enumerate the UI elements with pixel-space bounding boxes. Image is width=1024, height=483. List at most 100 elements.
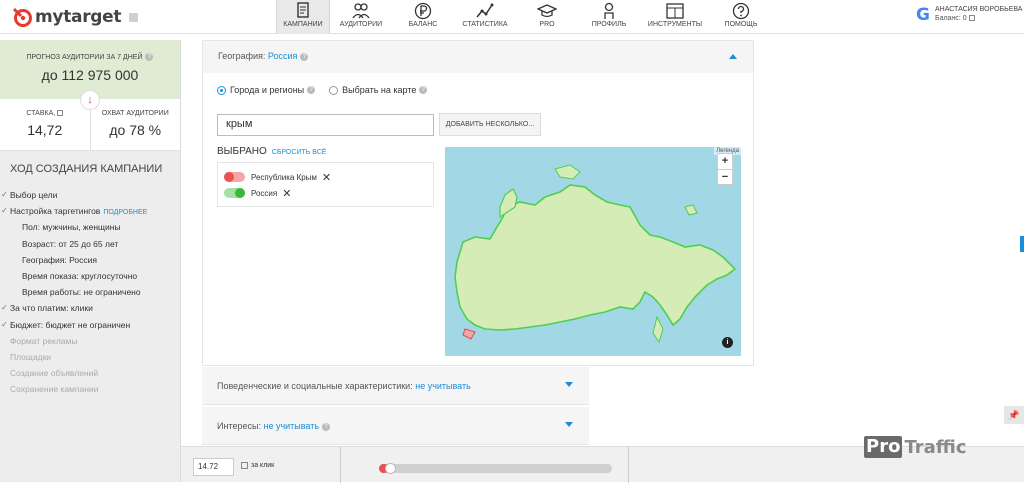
sidebar: ПРОГНОЗ АУДИТОРИИ ЗА 7 ДНЕЙ? до 112 975 …: [0, 40, 181, 482]
nav-label: ПРОФИЛЬ: [591, 21, 627, 28]
expand-caret-icon[interactable]: [565, 382, 573, 387]
nav-profile[interactable]: ПРОФИЛЬ: [578, 0, 640, 34]
person-icon: [604, 2, 614, 19]
nav-pro[interactable]: PRO: [516, 0, 578, 34]
selected-regions: Республика Крым ✕ Россия ✕: [217, 162, 434, 207]
exclude-toggle[interactable]: [224, 172, 245, 182]
rate-label: СТАВКА,: [0, 110, 90, 117]
main-nav: КАМПАНИИ АУДИТОРИИ БАЛАНС СТАТИСТИКА PRO…: [276, 0, 772, 34]
radio-cities-regions[interactable]: Города и регионы?: [217, 85, 316, 95]
zoom-in-button[interactable]: +: [718, 154, 732, 169]
steps-list: Выбор цели Настройка таргетинговПОДРОБНЕ…: [0, 187, 180, 397]
nav-audiences[interactable]: АУДИТОРИИ: [330, 0, 392, 34]
rate-value: 14,72: [27, 122, 63, 138]
question-icon: [732, 2, 750, 20]
geo-mode-radios: Города и регионы? Выбрать на карте?: [217, 85, 441, 95]
geography-panel: География: Россия? Города и регионы? Выб…: [202, 40, 754, 366]
nav-label: БАЛАНС: [408, 21, 438, 28]
step-payment[interactable]: За что платим: клики: [0, 300, 180, 316]
step-budget[interactable]: Бюджет: бюджет не ограничен: [0, 317, 180, 333]
map-zoom-control: + −: [717, 153, 733, 185]
user-balance: Баланс: 0: [935, 15, 1023, 22]
bid-slider[interactable]: [379, 463, 612, 474]
nav-help[interactable]: ПОМОЩЬ: [710, 0, 772, 34]
remove-icon[interactable]: ✕: [282, 187, 291, 200]
collapse-caret-icon[interactable]: [729, 54, 737, 59]
slider-handle[interactable]: [385, 463, 396, 474]
step-targeting[interactable]: Настройка таргетинговПОДРОБНЕЕ: [0, 203, 180, 219]
location-pin-icon: ↓: [80, 90, 100, 110]
help-icon: ?: [419, 86, 428, 94]
watermark-pro: Pro: [864, 436, 903, 458]
map-info-icon[interactable]: i: [722, 337, 733, 348]
document-icon: [297, 2, 309, 18]
pin-icon[interactable]: 📌: [1004, 406, 1024, 424]
nav-statistics[interactable]: СТАТИСТИКА: [454, 0, 516, 34]
protraffic-watermark: Pro Traffic: [864, 436, 967, 458]
expand-caret-icon[interactable]: [565, 422, 573, 427]
per-click-checkbox[interactable]: за клик: [241, 462, 274, 469]
nav-tools[interactable]: ИНСТРУМЕНТЫ: [640, 0, 710, 34]
region-map[interactable]: Легенда + − i: [445, 147, 741, 356]
step-show-time: Время показа: круглосуточно: [22, 270, 138, 281]
interests-section[interactable]: Интересы: не учитывать?: [202, 407, 589, 445]
google-icon: G: [916, 5, 930, 25]
nav-label: АУДИТОРИИ: [339, 21, 383, 28]
interests-value: не учитывать: [263, 421, 320, 431]
help-icon: ?: [307, 86, 316, 94]
graduation-cap-icon: [537, 4, 557, 18]
add-multiple-button[interactable]: ДОБАВИТЬ НЕСКОЛЬКО...: [439, 113, 541, 136]
step-work-time: Время работы: не ограничено: [22, 287, 141, 298]
user-menu[interactable]: G АНАСТАСИЯ ВОРОБЬЕВА Баланс: 0: [916, 6, 1022, 24]
logo[interactable]: mytarget: [12, 6, 139, 28]
rate-stat: СТАВКА, 14,72: [0, 99, 90, 150]
nav-label: СТАТИСТИКА: [462, 21, 508, 28]
tools-icon: [666, 3, 684, 19]
bid-input[interactable]: 14.72: [193, 458, 234, 476]
reach-stat: ОХВАТ АУДИТОРИИ до 78 %: [89, 99, 181, 150]
step-ads: Создание объявлений: [10, 368, 99, 379]
nav-label: PRO: [539, 21, 555, 28]
logo-text: mytarget: [35, 7, 122, 27]
reset-all-link[interactable]: СБРОСИТЬ ВСЁ: [272, 149, 327, 156]
mytarget-logo-icon: [12, 7, 32, 27]
zoom-out-button[interactable]: −: [718, 169, 732, 185]
nav-balance[interactable]: БАЛАНС: [392, 0, 454, 34]
side-tab[interactable]: [1020, 236, 1024, 252]
divider: [340, 447, 341, 483]
nav-label: КАМПАНИИ: [283, 21, 323, 28]
details-link[interactable]: ПОДРОБНЕЕ: [103, 209, 147, 216]
selected-region-russia: Россия ✕: [224, 185, 427, 201]
reach-label: ОХВАТ АУДИТОРИИ: [101, 110, 169, 117]
rate-box-icon: [57, 110, 64, 117]
nav-label: ИНСТРУМЕНТЫ: [647, 21, 703, 28]
selected-title: ВЫБРАНО СБРОСИТЬ ВСЁ: [217, 146, 327, 157]
step-format: Формат рекламы: [10, 335, 78, 346]
step-geo: География: Россия: [22, 254, 97, 265]
user-name: АНАСТАСИЯ ВОРОБЬЕВА: [934, 6, 1023, 13]
region-search-input[interactable]: крым: [217, 114, 434, 136]
reach-value: до 78 %: [109, 122, 162, 138]
forecast-label: ПРОГНОЗ АУДИТОРИИ ЗА 7 ДНЕЙ?: [0, 53, 180, 61]
step-goal[interactable]: Выбор цели: [0, 187, 180, 203]
behaviour-section[interactable]: Поведенческие и социальные характеристик…: [202, 367, 589, 405]
include-toggle[interactable]: [224, 188, 245, 198]
divider: [628, 447, 629, 483]
watermark-traffic: Traffic: [904, 436, 967, 458]
help-icon[interactable]: ?: [322, 422, 331, 431]
logo-badge-icon: [129, 12, 139, 22]
help-icon[interactable]: ?: [300, 52, 309, 61]
nav-campaigns[interactable]: КАМПАНИИ: [276, 0, 330, 34]
behaviour-value: не учитывать: [415, 381, 471, 391]
russia-map-shape: [454, 164, 737, 344]
ruble-icon: [414, 2, 432, 20]
remove-icon[interactable]: ✕: [322, 171, 331, 184]
geography-header[interactable]: География: Россия?: [203, 41, 753, 73]
stats-row: ↓ СТАВКА, 14,72 ОХВАТ АУДИТОРИИ до 78 %: [0, 90, 181, 151]
checkbox-icon: [241, 462, 248, 469]
step-age: Возраст: от 25 до 65 лет: [22, 238, 119, 249]
selected-region-crimea: Республика Крым ✕: [224, 169, 427, 185]
step-platforms: Площадки: [10, 351, 52, 362]
radio-select-on-map[interactable]: Выбрать на карте?: [329, 85, 428, 95]
people-icon: [352, 3, 370, 19]
